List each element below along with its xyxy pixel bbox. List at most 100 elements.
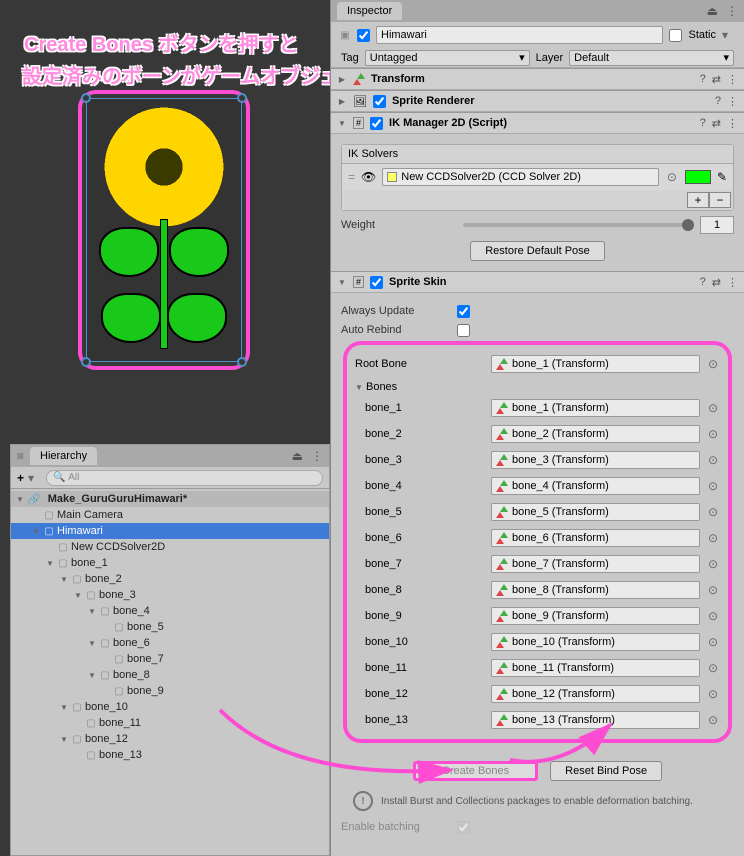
bone-field[interactable]: bone_13 (Transform) xyxy=(491,711,700,729)
bone-field[interactable]: bone_3 (Transform) xyxy=(491,451,700,469)
hierarchy-item[interactable]: ▢New CCDSolver2D xyxy=(11,539,329,555)
hierarchy-item[interactable]: ▼▢bone_1 xyxy=(11,555,329,571)
object-picker-icon[interactable]: ⊙ xyxy=(706,357,720,371)
add-solver-button[interactable]: + xyxy=(687,192,709,208)
bone-field[interactable]: bone_10 (Transform) xyxy=(491,633,700,651)
sprite-bounds[interactable] xyxy=(86,98,242,362)
object-picker-icon[interactable]: ⊙ xyxy=(706,453,720,467)
transform-icon xyxy=(496,506,508,518)
menu-icon[interactable]: ⋮ xyxy=(311,449,323,463)
auto-rebind-checkbox[interactable] xyxy=(457,324,470,337)
eyedropper-icon[interactable]: ✎ xyxy=(717,170,727,184)
layer-dropdown[interactable]: Default▾ xyxy=(569,50,734,66)
scene-row[interactable]: ▼🔗 Make_GuruGuruHimawari* xyxy=(11,491,329,507)
object-picker-icon[interactable]: ⊙ xyxy=(706,609,720,623)
tag-dropdown[interactable]: Untagged▾ xyxy=(365,50,530,66)
hierarchy-search[interactable]: 🔍 All xyxy=(46,470,323,486)
object-picker-icon[interactable]: ⊙ xyxy=(706,713,720,727)
hierarchy-item[interactable]: ▢bone_13 xyxy=(11,747,329,763)
object-picker-icon[interactable]: ⊙ xyxy=(706,687,720,701)
object-picker-icon[interactable]: ⊙ xyxy=(706,583,720,597)
object-picker-icon[interactable]: ⊙ xyxy=(706,635,720,649)
hierarchy-item[interactable]: ▼▢bone_10 xyxy=(11,699,329,715)
menu-icon[interactable]: ⋮ xyxy=(726,4,738,18)
hierarchy-item[interactable]: ▢Main Camera xyxy=(11,507,329,523)
transform-icon xyxy=(496,636,508,648)
sprite-skin-header[interactable]: ▼# Sprite Skin ?⇄⋮ xyxy=(331,271,744,293)
hierarchy-item[interactable]: ▢bone_9 xyxy=(11,683,329,699)
object-picker-icon[interactable]: ⊙ xyxy=(706,505,720,519)
object-picker-icon[interactable]: ⊙ xyxy=(706,401,720,415)
hierarchy-item[interactable]: ▼▢bone_12 xyxy=(11,731,329,747)
active-checkbox[interactable] xyxy=(357,29,370,42)
hierarchy-item[interactable]: ▼▢Himawari xyxy=(11,523,329,539)
bone-field[interactable]: bone_9 (Transform) xyxy=(491,607,700,625)
gameobject-icon[interactable]: ▣ xyxy=(339,29,351,41)
bone-field[interactable]: bone_5 (Transform) xyxy=(491,503,700,521)
reset-bind-pose-button[interactable]: Reset Bind Pose xyxy=(550,761,662,781)
bone-field[interactable]: bone_11 (Transform) xyxy=(491,659,700,677)
object-picker-icon[interactable]: ⊙ xyxy=(706,479,720,493)
preset-icon[interactable]: ⇄ xyxy=(712,276,721,289)
create-bones-button[interactable]: Create Bones xyxy=(413,761,538,781)
remove-solver-button[interactable]: − xyxy=(709,192,731,208)
help-icon[interactable]: ? xyxy=(700,73,706,86)
menu-icon[interactable]: ⋮ xyxy=(727,73,738,86)
hierarchy-item[interactable]: ▼▢bone_8 xyxy=(11,667,329,683)
bone-label: bone_3 xyxy=(355,454,485,466)
static-checkbox[interactable] xyxy=(669,29,682,42)
bone-field[interactable]: bone_7 (Transform) xyxy=(491,555,700,573)
sprite-renderer-enable[interactable] xyxy=(373,95,386,108)
sprite-skin-enable[interactable] xyxy=(370,276,383,289)
inspector-tabbar: Inspector ⏏ ⋮ xyxy=(331,0,744,22)
solver-row[interactable]: =👁 New CCDSolver2D (CCD Solver 2D) ⊙ ✎ xyxy=(342,164,733,190)
menu-icon[interactable]: ⋮ xyxy=(727,95,738,108)
hierarchy-item[interactable]: ▼▢bone_4 xyxy=(11,603,329,619)
object-picker-icon[interactable]: ⊙ xyxy=(665,170,679,184)
menu-icon[interactable]: ⋮ xyxy=(727,276,738,289)
hierarchy-item[interactable]: ▢bone_5 xyxy=(11,619,329,635)
ik-manager-enable[interactable] xyxy=(370,117,383,130)
object-name-field[interactable]: Himawari xyxy=(376,26,663,44)
hierarchy-item[interactable]: ▼▢bone_2 xyxy=(11,571,329,587)
hierarchy-item[interactable]: ▼▢bone_3 xyxy=(11,587,329,603)
help-icon[interactable]: ? xyxy=(700,276,706,289)
solver-color-swatch[interactable] xyxy=(685,170,711,184)
bone-field[interactable]: bone_8 (Transform) xyxy=(491,581,700,599)
bone-field[interactable]: bone_12 (Transform) xyxy=(491,685,700,703)
object-picker-icon[interactable]: ⊙ xyxy=(706,427,720,441)
bone-field[interactable]: bone_2 (Transform) xyxy=(491,425,700,443)
object-picker-icon[interactable]: ⊙ xyxy=(706,661,720,675)
always-update-checkbox[interactable] xyxy=(457,305,470,318)
hierarchy-item[interactable]: ▢bone_7 xyxy=(11,651,329,667)
transform-header[interactable]: ▶ Transform ?⇄⋮ xyxy=(331,68,744,90)
ik-manager-header[interactable]: ▼# IK Manager 2D (Script) ?⇄⋮ xyxy=(331,112,744,134)
bone-field[interactable]: bone_6 (Transform) xyxy=(491,529,700,547)
hierarchy-item[interactable]: ▢bone_11 xyxy=(11,715,329,731)
menu-icon[interactable]: ⋮ xyxy=(727,117,738,130)
root-bone-field[interactable]: bone_1 (Transform) xyxy=(491,355,700,373)
eye-icon[interactable]: 👁 xyxy=(361,170,376,184)
bone-field[interactable]: bone_4 (Transform) xyxy=(491,477,700,495)
restore-default-pose-button[interactable]: Restore Default Pose xyxy=(470,241,605,261)
lock-icon[interactable]: ⏏ xyxy=(707,4,718,18)
bone-field[interactable]: bone_1 (Transform) xyxy=(491,399,700,417)
gameobject-icon: ▢ xyxy=(85,589,97,601)
hierarchy-tab[interactable]: Hierarchy xyxy=(30,447,97,465)
help-icon[interactable]: ? xyxy=(700,117,706,130)
transform-icon xyxy=(496,480,508,492)
hierarchy-item[interactable]: ▼▢bone_6 xyxy=(11,635,329,651)
weight-slider[interactable] xyxy=(463,223,688,227)
inspector-tab[interactable]: Inspector xyxy=(337,2,402,20)
sprite-renderer-header[interactable]: ▶🖼 Sprite Renderer ?⋮ xyxy=(331,90,744,112)
lock-icon[interactable]: ⏏ xyxy=(292,449,303,463)
help-icon[interactable]: ? xyxy=(715,95,721,108)
preset-icon[interactable]: ⇄ xyxy=(712,117,721,130)
preset-icon[interactable]: ⇄ xyxy=(712,73,721,86)
static-dropdown[interactable]: ▾ xyxy=(722,28,736,42)
add-button[interactable]: + xyxy=(17,471,24,485)
weight-value[interactable]: 1 xyxy=(700,216,734,234)
object-picker-icon[interactable]: ⊙ xyxy=(706,531,720,545)
object-picker-icon[interactable]: ⊙ xyxy=(706,557,720,571)
add-dropdown[interactable]: ▾ xyxy=(28,471,42,485)
